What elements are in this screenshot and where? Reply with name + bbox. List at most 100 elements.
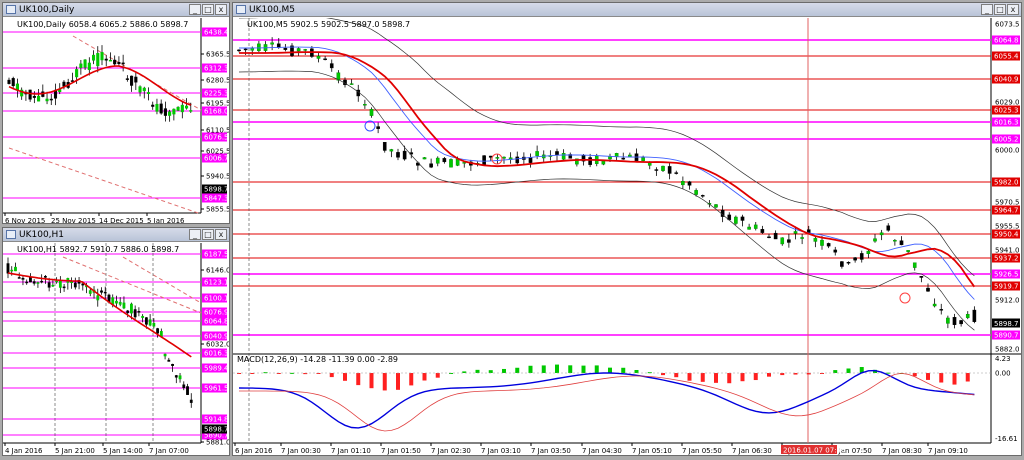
moving-average-line (7, 272, 192, 358)
bull-candle (70, 281, 73, 283)
macd-histogram-bar (634, 369, 639, 373)
daily-chart-svg[interactable]: 6438.4 6312.3 6225.3 6168.0 6076.5 6006.7 5847… (3, 18, 231, 225)
price-tag-label: 5937.2 (994, 255, 1019, 263)
price-tag-label: 6064.8 (994, 37, 1019, 45)
bear-candle (133, 309, 137, 318)
bull-candle (189, 110, 193, 112)
bear-candle (125, 78, 129, 80)
h1-chart-area[interactable]: 6187.5 6123.1 6100.1 6076.9 6064.8 6040.9 6016… (3, 243, 231, 455)
price-tag-label: 5989.4 (204, 365, 229, 373)
time-tick-label: 7 Jan 02:30 (431, 447, 471, 455)
m5-chart-svg[interactable]: 6064.8 6055.4 6040.9 6025.3 6016.3 6005.2 5982… (233, 15, 1021, 455)
price-tag-label: 5926.5 (994, 271, 1019, 279)
bull-candle (813, 238, 818, 242)
daily-chart-window[interactable]: UK100,Daily _ □ x 6438.4 6312.3 6225.3 6168… (2, 2, 231, 225)
price-tag-label: 6168.0 (204, 108, 229, 116)
macd-histogram-bar (369, 373, 374, 389)
bull-candle (88, 290, 92, 294)
chart-window-icon (236, 5, 246, 14)
time-tick-label: 5 Jan 21:00 (55, 447, 95, 455)
h1-chart-svg[interactable]: 6187.5 6123.1 6100.1 6076.96064.8 6040.9 6016… (3, 243, 231, 455)
maximize-button[interactable]: □ (994, 4, 1006, 15)
maximize-button[interactable]: □ (202, 4, 214, 15)
bear-candle (81, 283, 85, 286)
bear-candle (163, 108, 167, 116)
bear-candle (62, 81, 66, 87)
price-tick-label: 5941.0 (995, 247, 1020, 255)
time-tick-label: 5 Jan 2016 (147, 217, 185, 223)
bull-candle (561, 153, 566, 160)
daily-titlebar[interactable]: UK100,Daily _ □ x (3, 3, 229, 17)
bear-candle (126, 310, 130, 314)
slow-ma-line (239, 51, 976, 288)
bull-candle (502, 156, 506, 159)
time-tick-label: 7 Jan 05:10 (632, 447, 672, 455)
bull-candle (349, 83, 354, 85)
bear-candle (49, 98, 53, 101)
bear-candle (442, 158, 447, 163)
macd-histogram-bar (727, 373, 732, 384)
bull-candle (138, 86, 142, 93)
h1-chart-window[interactable]: UK100,H1 _ □ x 6187.5 6123.1 6100.1 6076.9 6… (2, 227, 231, 456)
bull-candle (36, 282, 40, 284)
bear-candle (959, 320, 963, 325)
bear-candle (73, 282, 77, 288)
bear-candle (21, 277, 25, 280)
m5-chart-area[interactable]: 6064.8 6055.4 6040.9 6025.3 6016.3 6005.2 5982… (233, 15, 1021, 455)
bull-candle (753, 224, 758, 229)
macd-scale-label: 0.00 (995, 370, 1011, 378)
minimize-button[interactable]: _ (189, 229, 201, 240)
bear-candle (396, 152, 400, 158)
bull-candle (146, 92, 151, 94)
bull-candle (180, 104, 184, 113)
price-tag-label: 5961.5 (204, 385, 229, 393)
minimize-button[interactable]: _ (981, 4, 993, 15)
bear-candle (939, 309, 944, 311)
price-tag-label: 6076.9 (204, 309, 229, 317)
bear-candle (156, 328, 159, 334)
bear-candle (886, 225, 891, 231)
bull-candle (122, 302, 126, 309)
daily-ohlc-info: UK100,Daily 6058.4 6065.2 5886.0 5898.7 (17, 20, 189, 29)
close-button[interactable]: x (215, 229, 227, 240)
h1-titlebar[interactable]: UK100,H1 _ □ x (3, 228, 229, 242)
macd-histogram-bar (700, 373, 705, 382)
daily-chart-area[interactable]: 6438.4 6312.3 6225.3 6168.0 6076.5 6006.7 5847… (3, 18, 231, 225)
close-button[interactable]: x (1007, 4, 1019, 15)
bear-candle (919, 276, 924, 278)
macd-signal-line (239, 372, 975, 432)
bull-candle (130, 303, 133, 314)
bull-candle (369, 109, 374, 116)
bull-candle (51, 284, 55, 287)
minimize-button[interactable]: _ (189, 4, 201, 15)
bear-candle (826, 243, 831, 247)
price-tick-label: 5882.0 (995, 346, 1020, 354)
bear-candle (121, 62, 125, 65)
close-button[interactable]: x (215, 4, 227, 15)
time-tick-label: 7 Jan 04:30 (582, 447, 622, 455)
bear-candle (151, 104, 155, 107)
cursor-time-label: 2016.01.07 07:45 (783, 447, 845, 455)
bull-candle (303, 49, 308, 51)
m5-chart-window[interactable]: UK100,M5 _ □ x 6064.8 6055.4 6040.9 6025.3 6… (232, 2, 1022, 456)
macd-histogram-bar (435, 373, 440, 378)
time-tick-label: 25 Nov 2015 (51, 217, 96, 223)
trend-channel-line (122, 256, 202, 304)
bull-candle (96, 295, 100, 301)
bear-candle (760, 229, 765, 233)
m5-titlebar[interactable]: UK100,M5 _ □ x (233, 3, 1021, 17)
price-tick-label: 6146.0 (206, 267, 229, 275)
bull-candle (946, 317, 950, 324)
macd-histogram-bar (329, 373, 334, 378)
bull-candle (641, 157, 645, 162)
price-tag-label: 6076.5 (204, 134, 229, 142)
bear-candle (32, 281, 36, 284)
m5-ohlc-info: UK100,M5 5902.5 5902.5 5897.0 5898.7 (247, 20, 411, 29)
bear-candle (654, 169, 659, 171)
maximize-button[interactable]: □ (202, 229, 214, 240)
bull-candle (296, 48, 301, 52)
price-tag-label: 6016.3 (994, 119, 1019, 127)
bear-candle (171, 363, 174, 366)
price-tag-label: 6040.9 (994, 76, 1019, 84)
macd-histogram-bar (475, 369, 480, 373)
